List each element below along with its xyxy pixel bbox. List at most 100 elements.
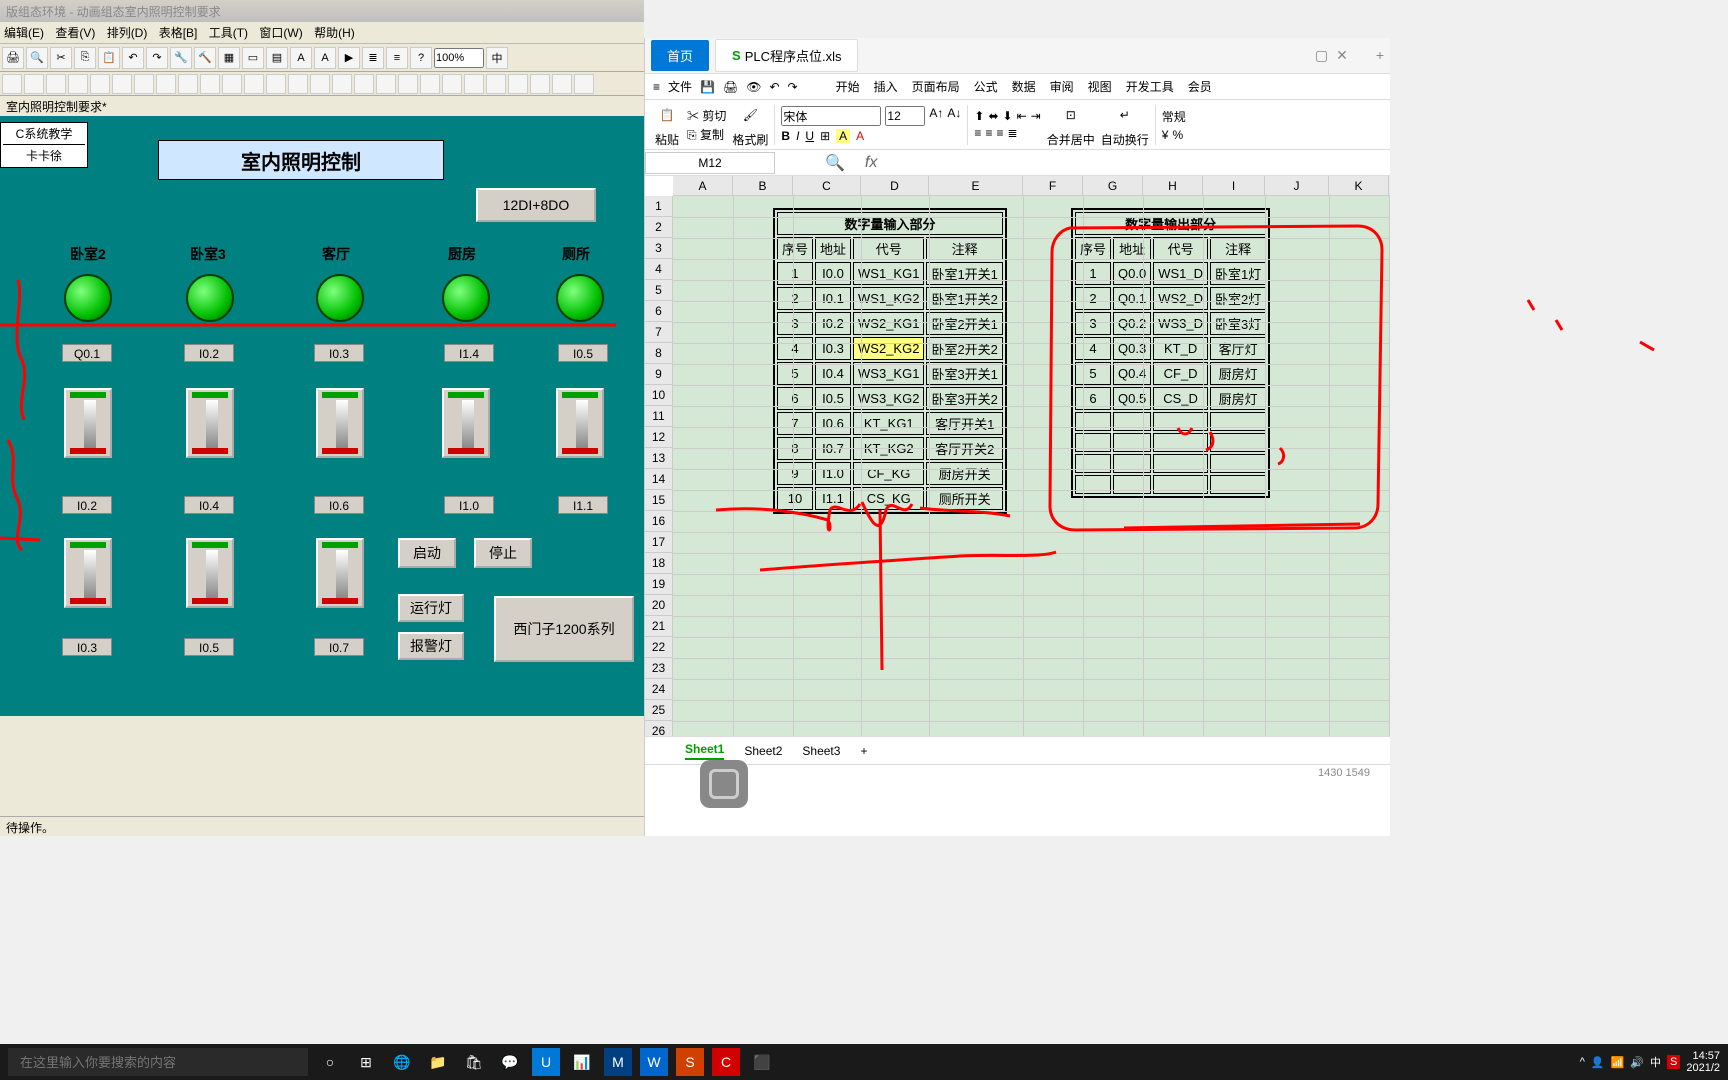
output-cell[interactable]: 3 — [1075, 312, 1111, 335]
ribbon-start[interactable]: 开始 — [836, 78, 860, 95]
add-tab-icon[interactable]: + — [1376, 47, 1384, 64]
formula-bar[interactable] — [883, 152, 1390, 174]
output-cell[interactable]: 2 — [1075, 287, 1111, 310]
zoom-out-icon[interactable]: 🔍 — [825, 153, 845, 173]
align-just-icon[interactable]: ≣ — [1007, 126, 1017, 140]
stop-button[interactable]: 停止 — [474, 538, 532, 568]
app3-icon[interactable]: C — [712, 1048, 740, 1076]
align21-icon[interactable] — [442, 74, 462, 94]
output-cell[interactable]: WS1_D — [1153, 262, 1208, 285]
format-painter[interactable]: 🖌 格式刷 — [732, 101, 768, 148]
edge-icon[interactable]: 🌐 — [388, 1048, 416, 1076]
output-cell[interactable]: 卧室3灯 — [1210, 312, 1266, 335]
ribbon-insert[interactable]: 插入 — [874, 78, 898, 95]
output-cell[interactable]: 卧室2灯 — [1210, 287, 1266, 310]
input-cell[interactable]: CF_KG — [853, 462, 924, 485]
align-center-icon[interactable]: ≡ — [985, 126, 992, 140]
copy-icon2[interactable]: ⎘ — [687, 128, 697, 142]
output-cell[interactable]: WS3_D — [1153, 312, 1208, 335]
ribbon-review[interactable]: 审阅 — [1050, 78, 1074, 95]
align26-icon[interactable] — [552, 74, 572, 94]
output-cell-empty[interactable] — [1075, 412, 1111, 431]
output-cell-empty[interactable] — [1210, 454, 1266, 473]
tray-up-icon[interactable]: ^ — [1580, 1056, 1585, 1068]
row-header-10[interactable]: 10 — [645, 385, 672, 406]
input-cell[interactable]: 2 — [777, 287, 813, 310]
ribbon-dev[interactable]: 开发工具 — [1126, 78, 1174, 95]
close-icon[interactable]: ✕ — [1336, 47, 1348, 64]
switch-r1-4[interactable] — [556, 388, 604, 458]
taskview-icon[interactable]: ⊞ — [352, 1048, 380, 1076]
row-header-14[interactable]: 14 — [645, 469, 672, 490]
explorer-icon[interactable]: 📁 — [424, 1048, 452, 1076]
align27-icon[interactable] — [574, 74, 594, 94]
row-header-17[interactable]: 17 — [645, 532, 672, 553]
output-cell[interactable]: 1 — [1075, 262, 1111, 285]
row-header-21[interactable]: 21 — [645, 616, 672, 637]
align4-icon[interactable] — [68, 74, 88, 94]
script-icon[interactable]: ≡ — [386, 47, 408, 69]
sheet-tab-1[interactable]: Sheet1 — [685, 742, 724, 760]
row-header-26[interactable]: 26 — [645, 721, 672, 736]
output-cell[interactable]: Q0.1 — [1113, 287, 1151, 310]
input-cell[interactable]: I0.6 — [815, 412, 851, 435]
align25-icon[interactable] — [530, 74, 550, 94]
ribbon-view[interactable]: 视图 — [1088, 78, 1112, 95]
menu-edit[interactable]: 编辑(E) — [4, 26, 44, 40]
percent-icon[interactable]: % — [1172, 128, 1183, 142]
align13-icon[interactable] — [266, 74, 286, 94]
size-select[interactable] — [885, 106, 925, 126]
mcgs-icon[interactable]: M — [604, 1048, 632, 1076]
input-cell[interactable]: 4 — [777, 337, 813, 360]
switch-r2-0[interactable] — [64, 538, 112, 608]
align20-icon[interactable] — [420, 74, 440, 94]
tray-wifi-icon[interactable]: 📶 — [1611, 1056, 1625, 1069]
qat-print-icon[interactable]: 🖨 — [723, 80, 738, 94]
align7-icon[interactable] — [134, 74, 154, 94]
input-cell[interactable]: I0.4 — [815, 362, 851, 385]
input-cell[interactable]: 卧室1开关2 — [926, 287, 1002, 310]
print-icon[interactable]: 🖨 — [2, 47, 24, 69]
cut-icon2[interactable]: ✂ — [687, 109, 699, 123]
grid-icon[interactable]: ▦ — [218, 47, 240, 69]
col-header-I[interactable]: I — [1203, 176, 1265, 195]
align-mid-icon[interactable]: ⬌ — [988, 109, 998, 123]
row-header-22[interactable]: 22 — [645, 637, 672, 658]
input-cell[interactable]: 7 — [777, 412, 813, 435]
row-header-15[interactable]: 15 — [645, 490, 672, 511]
output-cell[interactable]: 厨房灯 — [1210, 362, 1266, 385]
chinese-icon[interactable]: 中 — [486, 47, 508, 69]
align-bot-icon[interactable]: ⬇ — [1003, 109, 1013, 123]
switch-r1-3[interactable] — [442, 388, 490, 458]
number-format[interactable]: 常规 — [1162, 108, 1186, 125]
copy-icon[interactable]: ⎘ — [74, 47, 96, 69]
tray-people-icon[interactable]: 👤 — [1591, 1056, 1605, 1069]
row-header-23[interactable]: 23 — [645, 658, 672, 679]
col-header-A[interactable]: A — [673, 176, 733, 195]
col-header-E[interactable]: E — [929, 176, 1023, 195]
preview-icon[interactable]: 🔍 — [26, 47, 48, 69]
align18-icon[interactable] — [376, 74, 396, 94]
col-header-B[interactable]: B — [733, 176, 793, 195]
input-cell[interactable]: I1.0 — [815, 462, 851, 485]
align1-icon[interactable] — [2, 74, 22, 94]
font-color-icon[interactable]: A — [856, 129, 864, 143]
output-cell[interactable]: Q0.4 — [1113, 362, 1151, 385]
row-header-11[interactable]: 11 — [645, 406, 672, 427]
ribbon-formula[interactable]: 公式 — [974, 78, 998, 95]
align11-icon[interactable] — [222, 74, 242, 94]
output-cell-empty[interactable] — [1075, 475, 1111, 494]
row-header-13[interactable]: 13 — [645, 448, 672, 469]
align10-icon[interactable] — [200, 74, 220, 94]
align2-icon[interactable] — [24, 74, 44, 94]
app2-icon[interactable]: 📊 — [568, 1048, 596, 1076]
namebox-input[interactable] — [645, 152, 775, 174]
start-button[interactable]: 启动 — [398, 538, 456, 568]
paste-icon[interactable]: 📋 — [653, 101, 681, 129]
input-cell[interactable]: 3 — [777, 312, 813, 335]
col-header-K[interactable]: K — [1329, 176, 1389, 195]
redo-icon[interactable]: ↷ — [146, 47, 168, 69]
input-cell[interactable]: 9 — [777, 462, 813, 485]
output-cell-empty[interactable] — [1210, 433, 1266, 452]
align14-icon[interactable] — [288, 74, 308, 94]
